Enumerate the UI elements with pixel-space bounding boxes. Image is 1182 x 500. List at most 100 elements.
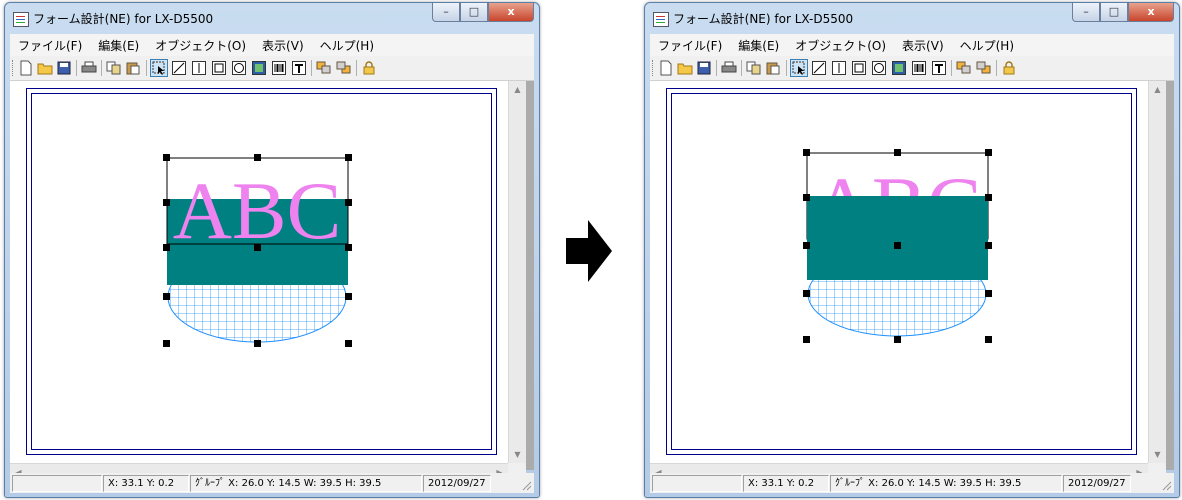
image-tool-icon[interactable] [251,60,267,76]
open-folder-icon[interactable] [677,60,693,76]
menu-file[interactable]: ファイル(F) [10,37,90,54]
resize-handle[interactable] [985,290,992,297]
vertical-scrollbar[interactable]: ▲ ▼ [1148,81,1166,463]
toolbar-grip[interactable] [12,60,15,76]
resize-grip-icon[interactable] [1160,479,1172,491]
status-group-info: ｸﾞﾙｰﾌﾟ X: 26.0 Y: 14.5 W: 39.5 H: 39.5 [830,475,1062,492]
copy-icon[interactable] [106,60,122,76]
rectangle-tool-icon[interactable] [211,60,227,76]
menu-help[interactable]: ヘルプ(H) [952,37,1022,54]
resize-handle[interactable] [345,199,352,206]
form-canvas[interactable]: ABC [10,81,508,463]
resize-handle[interactable] [985,194,992,201]
menu-edit[interactable]: 編集(E) [730,37,787,54]
resize-handle[interactable] [163,154,170,161]
toolbar [650,56,1174,81]
rectangle-tool-icon[interactable] [851,60,867,76]
title-bar[interactable]: フォーム設計(NE) for LX-D5500 – □ x [645,3,1179,33]
title-bar[interactable]: フォーム設計(NE) for LX-D5500 – □ x [5,3,539,33]
drawing-area[interactable]: ABC ▲ ▼ ◀ ▶ [650,81,1174,481]
text-tool-icon[interactable] [291,60,307,76]
print-icon[interactable] [81,60,97,76]
menu-bar: ファイル(F) 編集(E) オブジェクト(O) 表示(V) ヘルプ(H) [10,34,534,56]
status-empty [652,475,742,492]
resize-handle[interactable] [254,340,261,347]
scroll-down-icon[interactable]: ▼ [1149,446,1166,463]
menu-object[interactable]: オブジェクト(O) [787,37,894,54]
toolbar-grip[interactable] [652,60,655,76]
resize-handle[interactable] [803,336,810,343]
resize-handle[interactable] [803,290,810,297]
drawing-area[interactable]: ABC ▲ ▼ ◀ ▶ [10,81,534,481]
bring-to-front-icon[interactable] [316,60,332,76]
ellipse-tool-icon[interactable] [231,60,247,76]
maximize-button[interactable]: □ [1100,3,1128,22]
menu-edit[interactable]: 編集(E) [90,37,147,54]
line-tool-icon[interactable] [811,60,827,76]
maximize-button[interactable]: □ [460,3,488,22]
select-pointer-icon[interactable] [150,59,168,77]
resize-handle[interactable] [803,149,810,156]
close-button[interactable]: x [1128,3,1174,22]
scroll-up-icon[interactable]: ▲ [1149,81,1166,98]
barcode-tool-icon[interactable] [911,60,927,76]
resize-handle[interactable] [345,293,352,300]
vertical-scrollbar[interactable]: ▲ ▼ [508,81,526,463]
barcode-tool-icon[interactable] [271,60,287,76]
paste-icon[interactable] [765,60,781,76]
resize-handle[interactable] [345,340,352,347]
print-icon[interactable] [721,60,737,76]
canvas-text-abc: ABC [173,165,342,256]
resize-handle[interactable] [163,199,170,206]
vertical-line-tool-icon[interactable] [831,60,847,76]
resize-handle[interactable] [894,242,901,249]
resize-handle[interactable] [163,293,170,300]
resize-handle[interactable] [163,340,170,347]
minimize-button[interactable]: – [1072,3,1100,22]
save-icon[interactable] [696,60,712,76]
resize-handle[interactable] [254,244,261,251]
resize-handle[interactable] [985,242,992,249]
close-button[interactable]: x [488,3,534,22]
window-title: フォーム設計(NE) for LX-D5500 [33,12,214,26]
resize-handle[interactable] [345,244,352,251]
resize-handle[interactable] [163,244,170,251]
resize-handle[interactable] [894,336,901,343]
lock-icon[interactable] [361,60,377,76]
copy-icon[interactable] [746,60,762,76]
paste-icon[interactable] [125,60,141,76]
menu-view[interactable]: 表示(V) [894,37,952,54]
form-canvas[interactable]: ABC [650,81,1148,463]
new-file-icon[interactable] [658,60,674,76]
resize-handle[interactable] [345,154,352,161]
scroll-up-icon[interactable]: ▲ [509,81,526,98]
resize-handle[interactable] [985,336,992,343]
bring-to-front-icon[interactable] [956,60,972,76]
menu-view[interactable]: 表示(V) [254,37,312,54]
save-icon[interactable] [56,60,72,76]
menu-file[interactable]: ファイル(F) [650,37,730,54]
scroll-down-icon[interactable]: ▼ [509,446,526,463]
open-folder-icon[interactable] [37,60,53,76]
vertical-line-tool-icon[interactable] [191,60,207,76]
resize-handle[interactable] [803,194,810,201]
menu-help[interactable]: ヘルプ(H) [312,37,382,54]
ellipse-tool-icon[interactable] [871,60,887,76]
text-tool-icon[interactable] [931,60,947,76]
send-to-back-icon[interactable] [336,60,352,76]
window-title: フォーム設計(NE) for LX-D5500 [673,12,854,26]
resize-handle[interactable] [985,149,992,156]
form-objects: ABC [166,157,349,343]
resize-handle[interactable] [803,242,810,249]
send-to-back-icon[interactable] [976,60,992,76]
resize-grip-icon[interactable] [520,479,532,491]
line-tool-icon[interactable] [171,60,187,76]
select-pointer-icon[interactable] [790,59,808,77]
image-tool-icon[interactable] [891,60,907,76]
menu-object[interactable]: オブジェクト(O) [147,37,254,54]
lock-icon[interactable] [1001,60,1017,76]
resize-handle[interactable] [894,149,901,156]
minimize-button[interactable]: – [432,3,460,22]
resize-handle[interactable] [254,154,261,161]
new-file-icon[interactable] [18,60,34,76]
